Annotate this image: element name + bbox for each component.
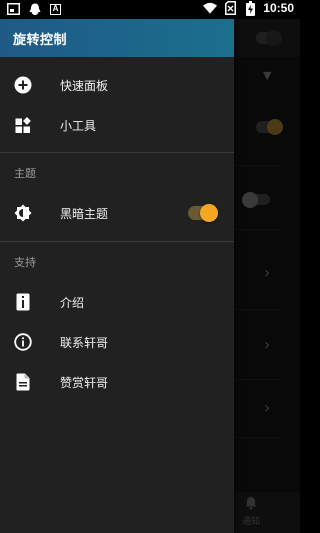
widgets-icon	[14, 116, 32, 134]
document-icon	[14, 373, 32, 391]
qq-notification-icon	[28, 2, 42, 16]
info-box-icon	[14, 293, 32, 311]
info-circle-icon	[14, 333, 32, 351]
menu-item-widgets[interactable]: 小工具	[0, 105, 234, 145]
brightness-icon	[14, 204, 32, 222]
menu-item-label: 黑暗主题	[60, 206, 109, 221]
menu-item-label: 联系轩哥	[60, 335, 109, 350]
menu-item-introduction[interactable]: 介绍	[0, 282, 234, 322]
menu-item-label: 介绍	[60, 295, 85, 310]
status-bar-system: 10:50	[203, 0, 294, 16]
add-circle-icon	[14, 76, 32, 94]
dark-theme-toggle[interactable]	[188, 204, 218, 222]
menu-item-donate[interactable]: 赞赏轩哥	[0, 362, 234, 402]
menu-item-label: 赞赏轩哥	[60, 375, 109, 390]
section-title-support: 支持	[14, 256, 36, 269]
clock: 10:50	[263, 1, 294, 15]
gallery-notification-icon	[6, 2, 20, 16]
app-letter-notification: A	[50, 3, 61, 15]
drawer-title: 旋转控制	[13, 32, 68, 48]
battery-charging-icon	[243, 0, 257, 16]
wifi-icon	[203, 1, 218, 15]
status-bar: A 10:50	[0, 0, 300, 19]
no-sim-icon	[223, 1, 237, 15]
section-title-theme: 主题	[14, 167, 36, 180]
menu-item-dark-theme[interactable]: 黑暗主题	[0, 193, 234, 233]
menu-item-contact[interactable]: 联系轩哥	[0, 322, 234, 362]
menu-item-label: 小工具	[60, 118, 97, 133]
menu-item-label: 快速面板	[60, 78, 109, 93]
menu-item-quick-panel[interactable]: 快速面板	[0, 65, 234, 105]
drawer-header: 旋转控制	[0, 19, 234, 57]
navigation-drawer: 旋转控制 快速面板 小工具 主题 黑暗主题 支持 介绍 联系轩哥 赞赏轩哥	[0, 19, 234, 533]
toggle-knob	[200, 204, 218, 222]
status-bar-notifications: A	[6, 2, 61, 16]
